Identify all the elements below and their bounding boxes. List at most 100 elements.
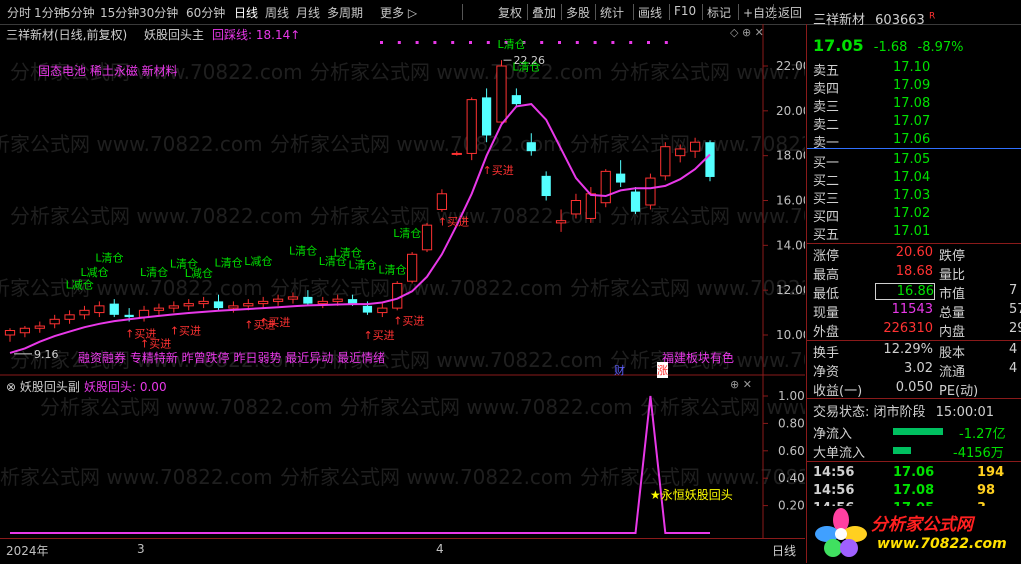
- toolbar-button-5[interactable]: F10: [674, 4, 696, 18]
- clear-signal-label: L清仓: [140, 265, 168, 279]
- period-tab-4[interactable]: 30分钟: [139, 4, 178, 21]
- candle[interactable]: [705, 140, 715, 182]
- sub-panel-controls-icon[interactable]: ⊕ ✕: [730, 378, 752, 391]
- bid-label: 买二: [813, 174, 840, 189]
- period-tab-2[interactable]: 5分钟: [63, 4, 95, 21]
- period-tab-6[interactable]: 日线: [234, 4, 258, 21]
- watermark-text: 分析家公式网 www.70822.com: [10, 204, 303, 228]
- toolbar-button-4[interactable]: 画线: [638, 4, 662, 21]
- tick-time: 14:56: [813, 483, 855, 498]
- toolbar-button-1[interactable]: 叠加: [532, 4, 556, 21]
- sub-indicator-chart[interactable]: 分析家公式网 www.70822.com 分析家公式网 www.70822.com…: [0, 376, 805, 538]
- stat-row: 净资 3.02 流通 4: [813, 361, 1017, 380]
- tick-row[interactable]: 14:56 17.08 98: [813, 483, 995, 498]
- signal-dot: [664, 41, 668, 44]
- toolbar-separator: [738, 4, 739, 20]
- main-indicator-name[interactable]: 妖股回头主: [144, 26, 204, 43]
- stat-value: 3.02: [904, 361, 933, 376]
- stat-label: 净资: [813, 365, 840, 380]
- pullback-line-label: 回踩线: 18.14↑: [212, 28, 301, 42]
- candle[interactable]: [496, 60, 507, 125]
- candle-body: [49, 318, 60, 325]
- stat-value: 226310: [883, 321, 933, 336]
- period-tab-1[interactable]: 1分钟: [34, 4, 66, 21]
- candle[interactable]: [168, 301, 179, 313]
- candle[interactable]: [436, 189, 448, 212]
- candle-body: [570, 200, 582, 215]
- panel-controls-icon[interactable]: ◇ ⊕ ✕: [730, 26, 764, 39]
- candle[interactable]: [407, 252, 418, 284]
- sub-indicator-name[interactable]: ⊗ 妖股回头副: [6, 378, 80, 395]
- period-tab-7[interactable]: 周线: [265, 4, 289, 21]
- clear-signal-label: L清仓: [393, 226, 421, 240]
- candle[interactable]: [94, 301, 105, 318]
- y-tick-label: 10.00: [776, 328, 805, 342]
- bid-row[interactable]: 买五 17.01: [813, 224, 930, 243]
- ask-row[interactable]: 卖五 17.10: [813, 60, 930, 79]
- tick-row[interactable]: 14:56 17.06 194: [813, 465, 1004, 480]
- candle-body: [168, 305, 179, 309]
- candle[interactable]: [616, 160, 626, 188]
- candle[interactable]: [19, 326, 31, 338]
- y-tick-label: 20.00: [776, 104, 805, 118]
- sub-indicator-title: 妖股回头副: [19, 380, 80, 394]
- toolbar-button-6[interactable]: 标记: [707, 4, 731, 21]
- signal-dot: [469, 41, 472, 44]
- candle[interactable]: [511, 88, 521, 107]
- candle-body: [228, 305, 239, 309]
- candle[interactable]: [645, 173, 656, 210]
- candle[interactable]: [183, 299, 194, 311]
- candle[interactable]: [630, 187, 641, 214]
- candle[interactable]: [600, 169, 611, 208]
- candle[interactable]: [4, 328, 16, 342]
- candle[interactable]: [34, 321, 45, 333]
- toolbar-button-8[interactable]: 返回: [778, 4, 802, 21]
- period-tab-0[interactable]: 分时: [7, 4, 31, 21]
- period-tab-9[interactable]: 多周期: [327, 4, 363, 21]
- bid-row[interactable]: 买四 17.02: [813, 206, 930, 225]
- stat-row: 换手 12.29% 股本 4: [813, 342, 1017, 361]
- stat-value-2: 4: [1009, 342, 1018, 357]
- bid-row[interactable]: 买一 17.05: [813, 152, 930, 171]
- candle-body: [466, 99, 477, 154]
- candle[interactable]: [49, 314, 60, 329]
- candle[interactable]: [64, 310, 75, 324]
- toolbar-button-0[interactable]: 复权: [498, 4, 522, 21]
- candle[interactable]: [153, 303, 165, 315]
- stock-title: 三祥新材(日线,前复权): [6, 28, 128, 42]
- candle[interactable]: [541, 171, 551, 201]
- candle[interactable]: [481, 88, 492, 143]
- ask-row[interactable]: 卖三 17.08: [813, 96, 930, 115]
- period-indicator[interactable]: 日线: [772, 542, 796, 559]
- candle-body: [138, 309, 150, 318]
- candle[interactable]: [660, 142, 671, 181]
- y-tick-label: 22.00: [776, 59, 805, 73]
- toolbar-button-2[interactable]: 多股: [566, 4, 590, 21]
- ask-row[interactable]: 卖四 17.09: [813, 78, 930, 97]
- candle-body: [317, 300, 328, 305]
- ask-label: 卖三: [813, 100, 840, 115]
- candle[interactable]: [138, 305, 150, 322]
- candle[interactable]: [421, 222, 433, 253]
- period-tab-5[interactable]: 60分钟: [186, 4, 225, 21]
- period-tab-8[interactable]: 月线: [296, 4, 320, 21]
- quote-stock-name: 三祥新材: [813, 13, 866, 28]
- candle[interactable]: [109, 299, 119, 318]
- period-tab-10[interactable]: 更多 ▷: [380, 4, 417, 21]
- candle[interactable]: [79, 305, 90, 320]
- netflow-label: 净流入: [813, 427, 853, 442]
- candle[interactable]: [466, 97, 477, 161]
- candle[interactable]: [392, 281, 403, 311]
- toolbar-button-7[interactable]: +自选: [743, 4, 777, 21]
- period-tab-3[interactable]: 15分钟: [100, 4, 139, 21]
- candle[interactable]: [377, 303, 388, 318]
- candle-body: [541, 175, 551, 197]
- bid-row[interactable]: 买二 17.04: [813, 170, 930, 189]
- bid-row[interactable]: 买三 17.03: [813, 188, 930, 207]
- bigflow-bar: [893, 447, 911, 454]
- candle-body: [258, 300, 269, 305]
- candle-body: [660, 146, 671, 177]
- concept-tags-bottom: 融资融券 专精特新 昨曾跌停 昨日弱势 最近异动 最近情绪: [78, 351, 386, 365]
- ask-row[interactable]: 卖二 17.07: [813, 114, 930, 133]
- toolbar-button-3[interactable]: 统计: [600, 4, 624, 21]
